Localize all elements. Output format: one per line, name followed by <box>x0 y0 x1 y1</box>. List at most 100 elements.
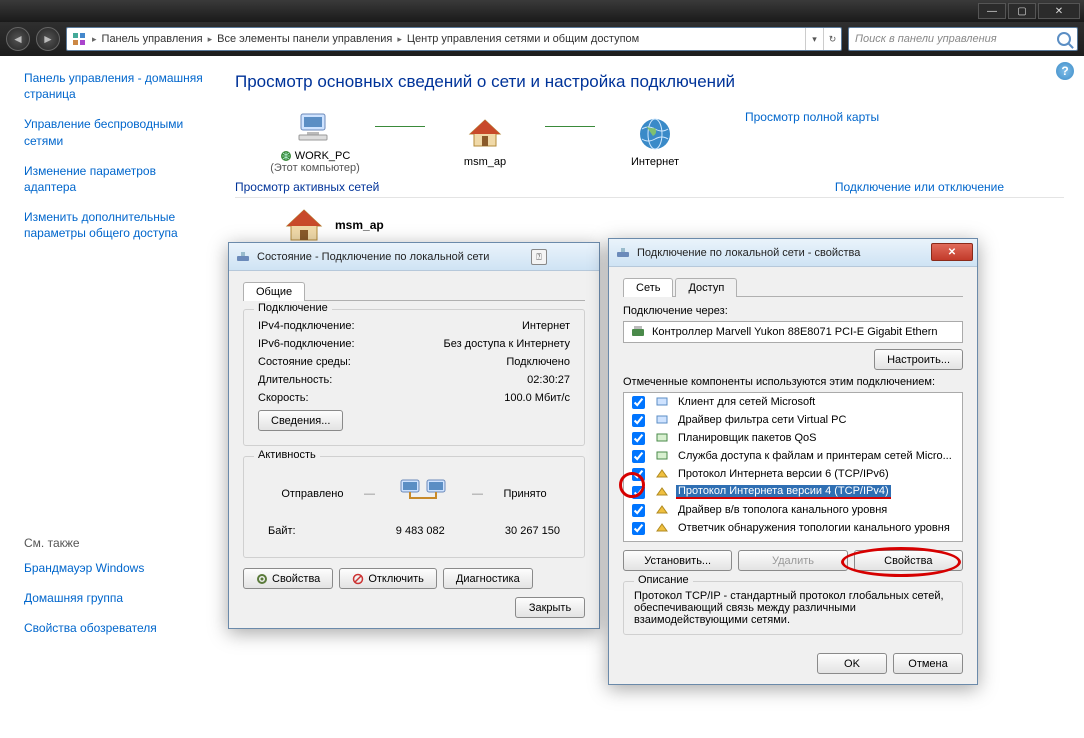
component-label: Протокол Интернета версии 4 (TCP/IPv4) <box>676 485 891 499</box>
disable-button[interactable]: Отключить <box>339 568 437 589</box>
component-checkbox[interactable] <box>632 468 645 481</box>
components-label: Отмеченные компоненты используются этим … <box>623 376 963 388</box>
component-label: Служба доступа к файлам и принтерам сете… <box>676 450 954 462</box>
component-label: Протокол Интернета версии 6 (TCP/IPv6) <box>676 468 891 480</box>
component-label: Драйвер в/в тополога канального уровня <box>676 504 889 516</box>
sidebar-see-inetopts[interactable]: Свойства обозревателя <box>24 620 205 636</box>
forward-button[interactable]: ► <box>36 27 60 51</box>
disable-icon <box>352 573 364 585</box>
sidebar-home[interactable]: Панель управления - домашняя страница <box>24 70 205 102</box>
house-icon <box>283 206 325 244</box>
minimize-button[interactable]: — <box>978 3 1006 19</box>
back-button[interactable]: ◄ <box>6 27 30 51</box>
close-dialog-button[interactable]: Закрыть <box>515 597 585 618</box>
maximize-button[interactable]: ▢ <box>1008 3 1036 19</box>
sidebar-link-sharing[interactable]: Изменить дополнительные параметры общего… <box>24 209 205 241</box>
component-properties-button[interactable]: Свойства <box>854 550 963 571</box>
component-checkbox[interactable] <box>632 396 645 409</box>
connect-disconnect-link[interactable]: Подключение или отключение <box>835 180 1004 194</box>
search-icon <box>1057 32 1071 46</box>
computer-icon <box>295 110 335 146</box>
search-placeholder: Поиск в панели управления <box>855 33 997 45</box>
breadcrumb[interactable]: Все элементы панели управления <box>215 28 394 50</box>
see-also-heading: См. также <box>24 536 205 550</box>
protocol-icon <box>654 520 670 536</box>
details-button[interactable]: Сведения... <box>258 410 343 431</box>
network-icon <box>235 249 251 265</box>
search-input[interactable]: Поиск в панели управления <box>848 27 1078 51</box>
bytes-received: 30 267 150 <box>505 525 560 537</box>
service-icon <box>654 448 670 464</box>
ok-button[interactable]: OK <box>817 653 887 674</box>
component-checkbox[interactable] <box>632 522 645 535</box>
house-icon <box>466 116 504 152</box>
properties-button[interactable]: Свойства <box>243 568 333 589</box>
install-button[interactable]: Установить... <box>623 550 732 571</box>
component-checkbox[interactable] <box>632 450 645 463</box>
sidebar-see-homegroup[interactable]: Домашняя группа <box>24 590 205 606</box>
configure-button[interactable]: Настроить... <box>874 349 963 370</box>
component-checkbox[interactable] <box>632 414 645 427</box>
components-list[interactable]: Клиент для сетей Microsoft Драйвер фильт… <box>623 392 963 542</box>
tab-sharing[interactable]: Доступ <box>675 278 737 297</box>
sent-label: Отправлено <box>281 488 343 500</box>
driver-icon <box>654 412 670 428</box>
page-title: Просмотр основных сведений о сети и наст… <box>235 72 1064 92</box>
sidebar-link-adapter[interactable]: Изменение параметров адаптера <box>24 163 205 195</box>
dialog-title: Подключение по локальной сети - свойства <box>637 247 860 259</box>
cancel-button[interactable]: Отмена <box>893 653 963 674</box>
ipv6-value: Без доступа к Интернету <box>443 338 570 350</box>
sidebar: Панель управления - домашняя страница Уп… <box>0 56 215 738</box>
component-checkbox[interactable] <box>632 504 645 517</box>
ipv6-label: IPv6-подключение: <box>258 338 355 350</box>
dialog-help-button[interactable]: ⍰ <box>531 249 547 265</box>
connection-group-title: Подключение <box>254 302 332 314</box>
component-checkbox[interactable] <box>632 486 645 499</box>
network-name: msm_ap <box>335 218 384 232</box>
globe-icon <box>636 115 674 153</box>
bytes-sent: 9 483 082 <box>396 525 445 537</box>
adapter-name: Контроллер Marvell Yukon 88E8071 PCI-E G… <box>652 326 938 338</box>
globe-icon <box>280 150 292 162</box>
sidebar-see-firewall[interactable]: Брандмауэр Windows <box>24 560 205 576</box>
received-label: Принято <box>503 488 546 500</box>
adapter-field: Контроллер Marvell Yukon 88E8071 PCI-E G… <box>623 321 963 343</box>
protocol-icon <box>654 484 670 500</box>
navigation-bar: ◄ ► ▸ Панель управления▸ Все элементы па… <box>0 22 1084 56</box>
protocol-icon <box>654 466 670 482</box>
media-label: Состояние среды: <box>258 356 351 368</box>
network-icon <box>615 245 631 261</box>
node-label: Интернет <box>595 156 715 168</box>
node-label: WORK_PC <box>295 150 351 162</box>
dialog-titlebar[interactable]: Состояние - Подключение по локальной сет… <box>229 243 599 271</box>
view-full-map-link[interactable]: Просмотр полной карты <box>745 110 879 124</box>
address-bar[interactable]: ▸ Панель управления▸ Все элементы панели… <box>66 27 842 51</box>
protocol-icon <box>654 502 670 518</box>
breadcrumb[interactable]: Панель управления <box>100 28 205 50</box>
help-button[interactable]: ? <box>1056 62 1074 80</box>
ipv4-value: Интернет <box>522 320 570 332</box>
component-label: Планировщик пакетов QoS <box>676 432 819 444</box>
sidebar-link-wireless[interactable]: Управление беспроводными сетями <box>24 116 205 148</box>
media-value: Подключено <box>506 356 570 368</box>
close-button[interactable]: ✕ <box>931 243 973 261</box>
component-label: Ответчик обнаружения топологии канальног… <box>676 522 952 534</box>
close-button[interactable]: ✕ <box>1038 3 1080 19</box>
connect-via-label: Подключение через: <box>623 305 963 317</box>
node-label: msm_ap <box>425 156 545 168</box>
tab-general[interactable]: Общие <box>243 282 305 301</box>
activity-group-title: Активность <box>254 449 320 461</box>
status-dialog: Состояние - Подключение по локальной сет… <box>228 242 600 629</box>
diagnose-button[interactable]: Диагностика <box>443 568 533 589</box>
duration-value: 02:30:27 <box>527 374 570 386</box>
component-checkbox[interactable] <box>632 432 645 445</box>
active-networks-heading: Просмотр активных сетей <box>235 180 379 194</box>
tab-network[interactable]: Сеть <box>623 278 673 297</box>
address-dropdown[interactable]: ▾ <box>805 28 823 50</box>
breadcrumb[interactable]: Центр управления сетями и общим доступом <box>405 28 641 50</box>
duration-label: Длительность: <box>258 374 332 386</box>
refresh-button[interactable]: ↻ <box>823 28 841 50</box>
gear-icon <box>256 573 268 585</box>
dialog-titlebar[interactable]: Подключение по локальной сети - свойства… <box>609 239 977 267</box>
speed-value: 100.0 Мбит/с <box>504 392 570 404</box>
